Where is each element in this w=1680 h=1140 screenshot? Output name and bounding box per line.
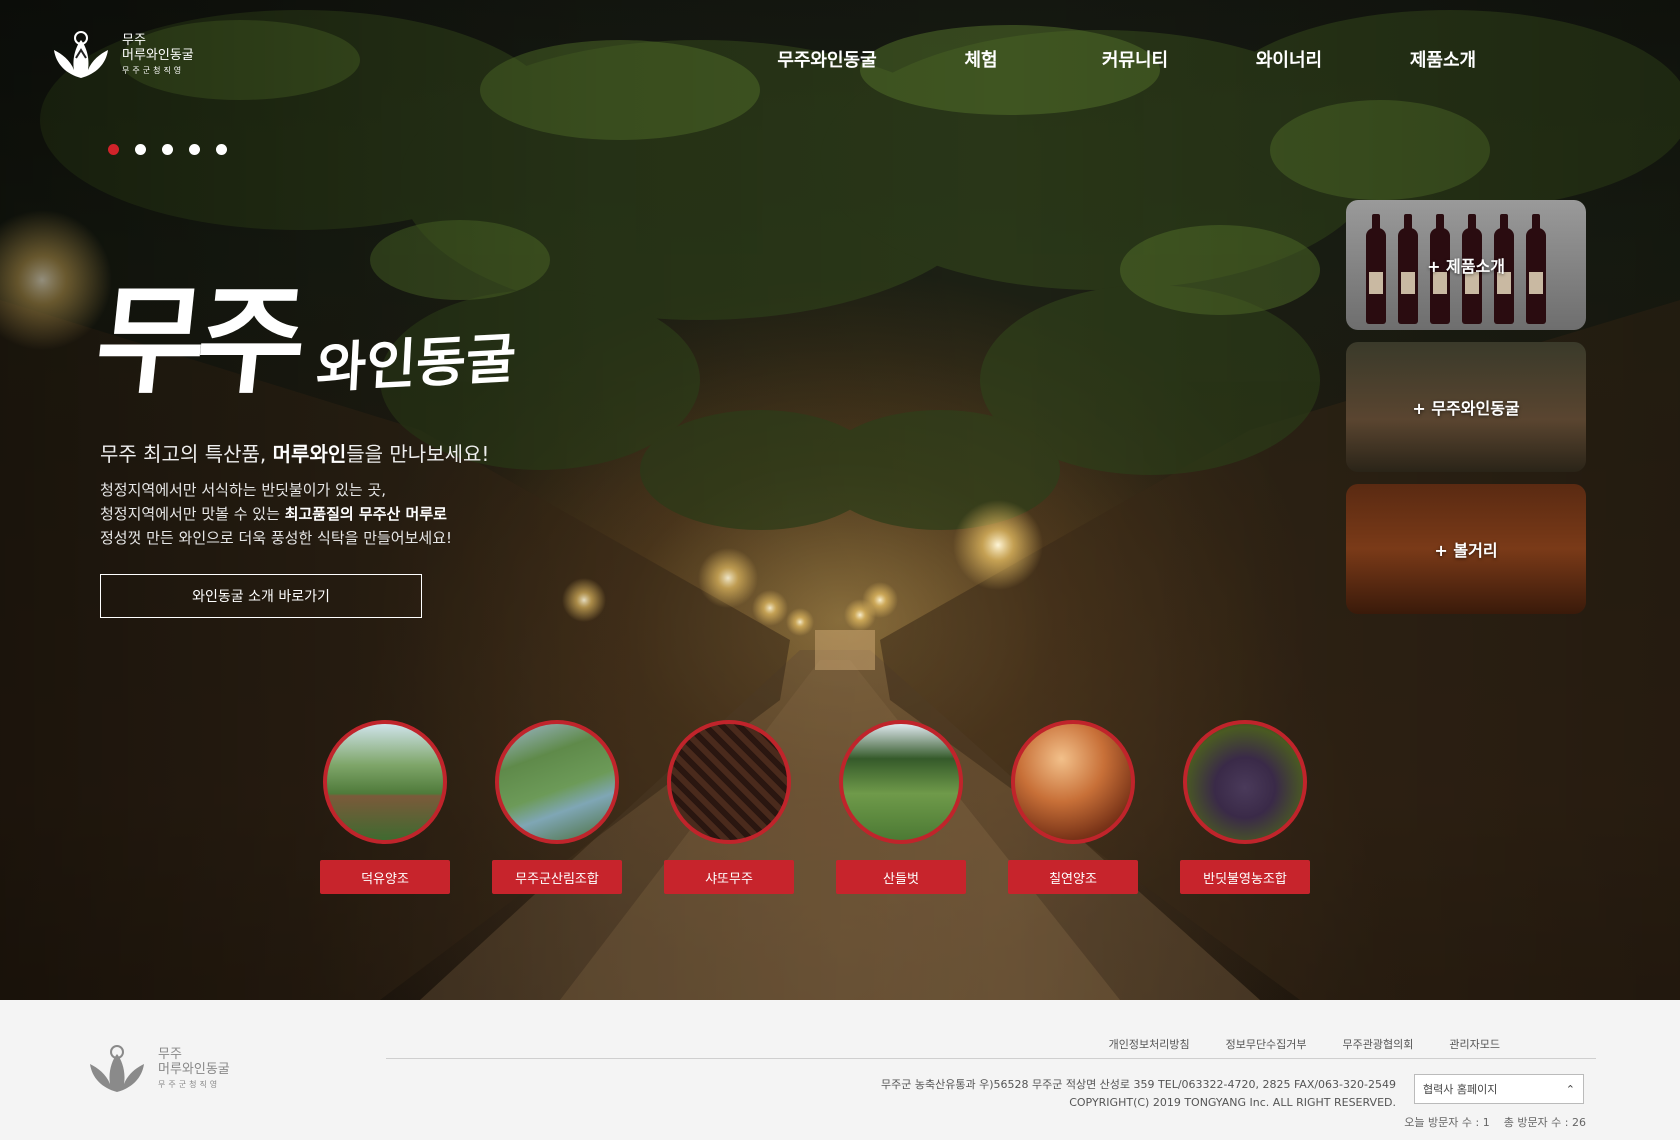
quick-link-products[interactable]: + 제품소개 <box>1346 200 1586 330</box>
partner-button[interactable]: 칠연양조 <box>1008 860 1138 894</box>
partner-button[interactable]: 덕유양조 <box>320 860 450 894</box>
hero-title: 무주 와인동굴 <box>90 245 518 416</box>
hero-desc-line1: 청정지역에서만 서식하는 반딧불이가 있는 곳, <box>100 481 387 499</box>
main-nav: 무주와인동굴 체험 커뮤니티 와이너리 제품소개 <box>750 46 1520 72</box>
hero-desc-line3: 정성껏 만든 와인으로 더욱 풍성한 식탁을 만들어보세요! <box>100 529 453 547</box>
quick-link-products-label: + 제품소개 <box>1427 257 1505 276</box>
slider-dot-4[interactable] <box>189 144 200 155</box>
footer-logo-line3: 무주군청직영 <box>158 1080 221 1090</box>
footer-links: 개인정보처리방침 정보무단수집거부 무주관광협의회 관리자모드 <box>1109 1036 1500 1052</box>
partner-photo[interactable] <box>1183 720 1307 844</box>
slider-dot-3[interactable] <box>162 144 173 155</box>
footer-link-email-refusal[interactable]: 정보무단수집거부 <box>1226 1036 1307 1052</box>
slider-dot-2[interactable] <box>135 144 146 155</box>
partner-photo[interactable] <box>323 720 447 844</box>
footer-address: 무주군 농축산유통과 우)56528 무주군 적상면 산성로 359 TEL/0… <box>881 1078 1396 1091</box>
partner-item: 무주군산림조합 <box>492 720 622 894</box>
cave-intro-button[interactable]: 와인동굴 소개 바로가기 <box>100 574 422 618</box>
partner-photo[interactable] <box>1011 720 1135 844</box>
hero-description: 청정지역에서만 서식하는 반딧불이가 있는 곳, 청정지역에서만 맛볼 수 있는… <box>100 478 452 550</box>
partner-button[interactable]: 반딧불영농조합 <box>1180 860 1310 894</box>
partner-item: 반딧불영농조합 <box>1180 720 1310 894</box>
nav-item-winery[interactable]: 와이너리 <box>1212 46 1366 72</box>
hero-desc-line2-bold: 최고품질의 무주산 머루로 <box>284 505 447 523</box>
quick-link-cave[interactable]: + 무주와인동굴 <box>1346 342 1586 472</box>
nav-item-cave[interactable]: 무주와인동굴 <box>750 46 904 72</box>
nav-item-experience[interactable]: 체험 <box>904 46 1058 72</box>
quick-link-attractions[interactable]: + 볼거리 <box>1346 484 1586 614</box>
chevron-up-icon: ⌃ <box>1565 1082 1575 1096</box>
footer-logo-grape-icon <box>90 1045 144 1092</box>
footer-divider <box>386 1058 1596 1059</box>
visitor-counter: 오늘 방문자 수 : 1 총 방문자 수 : 26 <box>1404 1114 1586 1130</box>
quick-link-attractions-label: + 볼거리 <box>1434 541 1498 560</box>
slider-dot-1[interactable] <box>108 144 119 155</box>
partner-photo[interactable] <box>667 720 791 844</box>
footer-logo-line1: 무주 <box>158 1047 182 1063</box>
hero-desc-line2-prefix: 청정지역에서만 맛볼 수 있는 <box>100 505 285 523</box>
partner-photo[interactable] <box>839 720 963 844</box>
partner-item: 샤또무주 <box>664 720 794 894</box>
footer-copyright: COPYRIGHT(C) 2019 TONGYANG Inc. ALL RIGH… <box>1069 1096 1396 1109</box>
hero-lead-bold: 머루와인 <box>272 442 347 466</box>
partner-site-select-label: 협력사 홈페이지 <box>1423 1083 1498 1096</box>
partner-site-select[interactable]: 협력사 홈페이지 ⌃ <box>1414 1074 1584 1104</box>
site-logo[interactable]: 무주 머루와인동굴 무주군청직영 <box>48 30 194 80</box>
hero-title-sub: 와인동굴 <box>314 325 518 401</box>
logo-line3: 무주군청직영 <box>122 66 185 76</box>
partner-button[interactable]: 무주군산림조합 <box>492 860 622 894</box>
partner-item: 칠연양조 <box>1008 720 1138 894</box>
partner-button[interactable]: 산들벗 <box>836 860 966 894</box>
nav-item-products[interactable]: 제품소개 <box>1366 46 1520 72</box>
footer-link-admin[interactable]: 관리자모드 <box>1449 1036 1500 1052</box>
hero-title-main: 무주 <box>89 271 306 410</box>
side-quick-links: + 제품소개 + 무주와인동굴 + 볼거리 <box>1346 200 1586 626</box>
footer-logo-line2: 머루와인동굴 <box>158 1062 230 1078</box>
footer-address-block: 무주군 농축산유통과 우)56528 무주군 적상면 산성로 359 TEL/0… <box>881 1076 1396 1112</box>
nav-item-community[interactable]: 커뮤니티 <box>1058 46 1212 72</box>
slider-dot-5[interactable] <box>216 144 227 155</box>
logo-line1: 무주 <box>122 33 146 49</box>
logo-grape-icon <box>54 31 108 78</box>
footer-logo[interactable]: 무주 머루와인동굴 무주군청직영 <box>84 1044 230 1094</box>
partner-item: 산들벗 <box>836 720 966 894</box>
partner-wineries: 덕유양조 무주군산림조합 샤또무주 산들벗 칠연양조 반딧불영농조합 <box>320 720 1310 894</box>
logo-line2: 머루와인동굴 <box>122 48 194 64</box>
site-footer: 무주 머루와인동굴 무주군청직영 개인정보처리방침 정보무단수집거부 무주관광협… <box>0 1000 1680 1140</box>
visitor-today: 오늘 방문자 수 : 1 <box>1404 1116 1490 1129</box>
partner-photo[interactable] <box>495 720 619 844</box>
visitor-total: 총 방문자 수 : 26 <box>1503 1116 1586 1129</box>
partner-item: 덕유양조 <box>320 720 450 894</box>
hero-lead-suffix: 들을 만나보세요! <box>346 442 490 466</box>
hero-lead: 무주 최고의 특산품, 머루와인들을 만나보세요! <box>100 438 489 467</box>
quick-link-cave-label: + 무주와인동굴 <box>1412 399 1520 418</box>
partner-button[interactable]: 샤또무주 <box>664 860 794 894</box>
slider-pagination <box>108 144 227 155</box>
footer-link-privacy[interactable]: 개인정보처리방침 <box>1109 1036 1190 1052</box>
footer-link-tourism[interactable]: 무주관광협의회 <box>1343 1036 1414 1052</box>
hero-lead-prefix: 무주 최고의 특산품, <box>100 442 273 466</box>
